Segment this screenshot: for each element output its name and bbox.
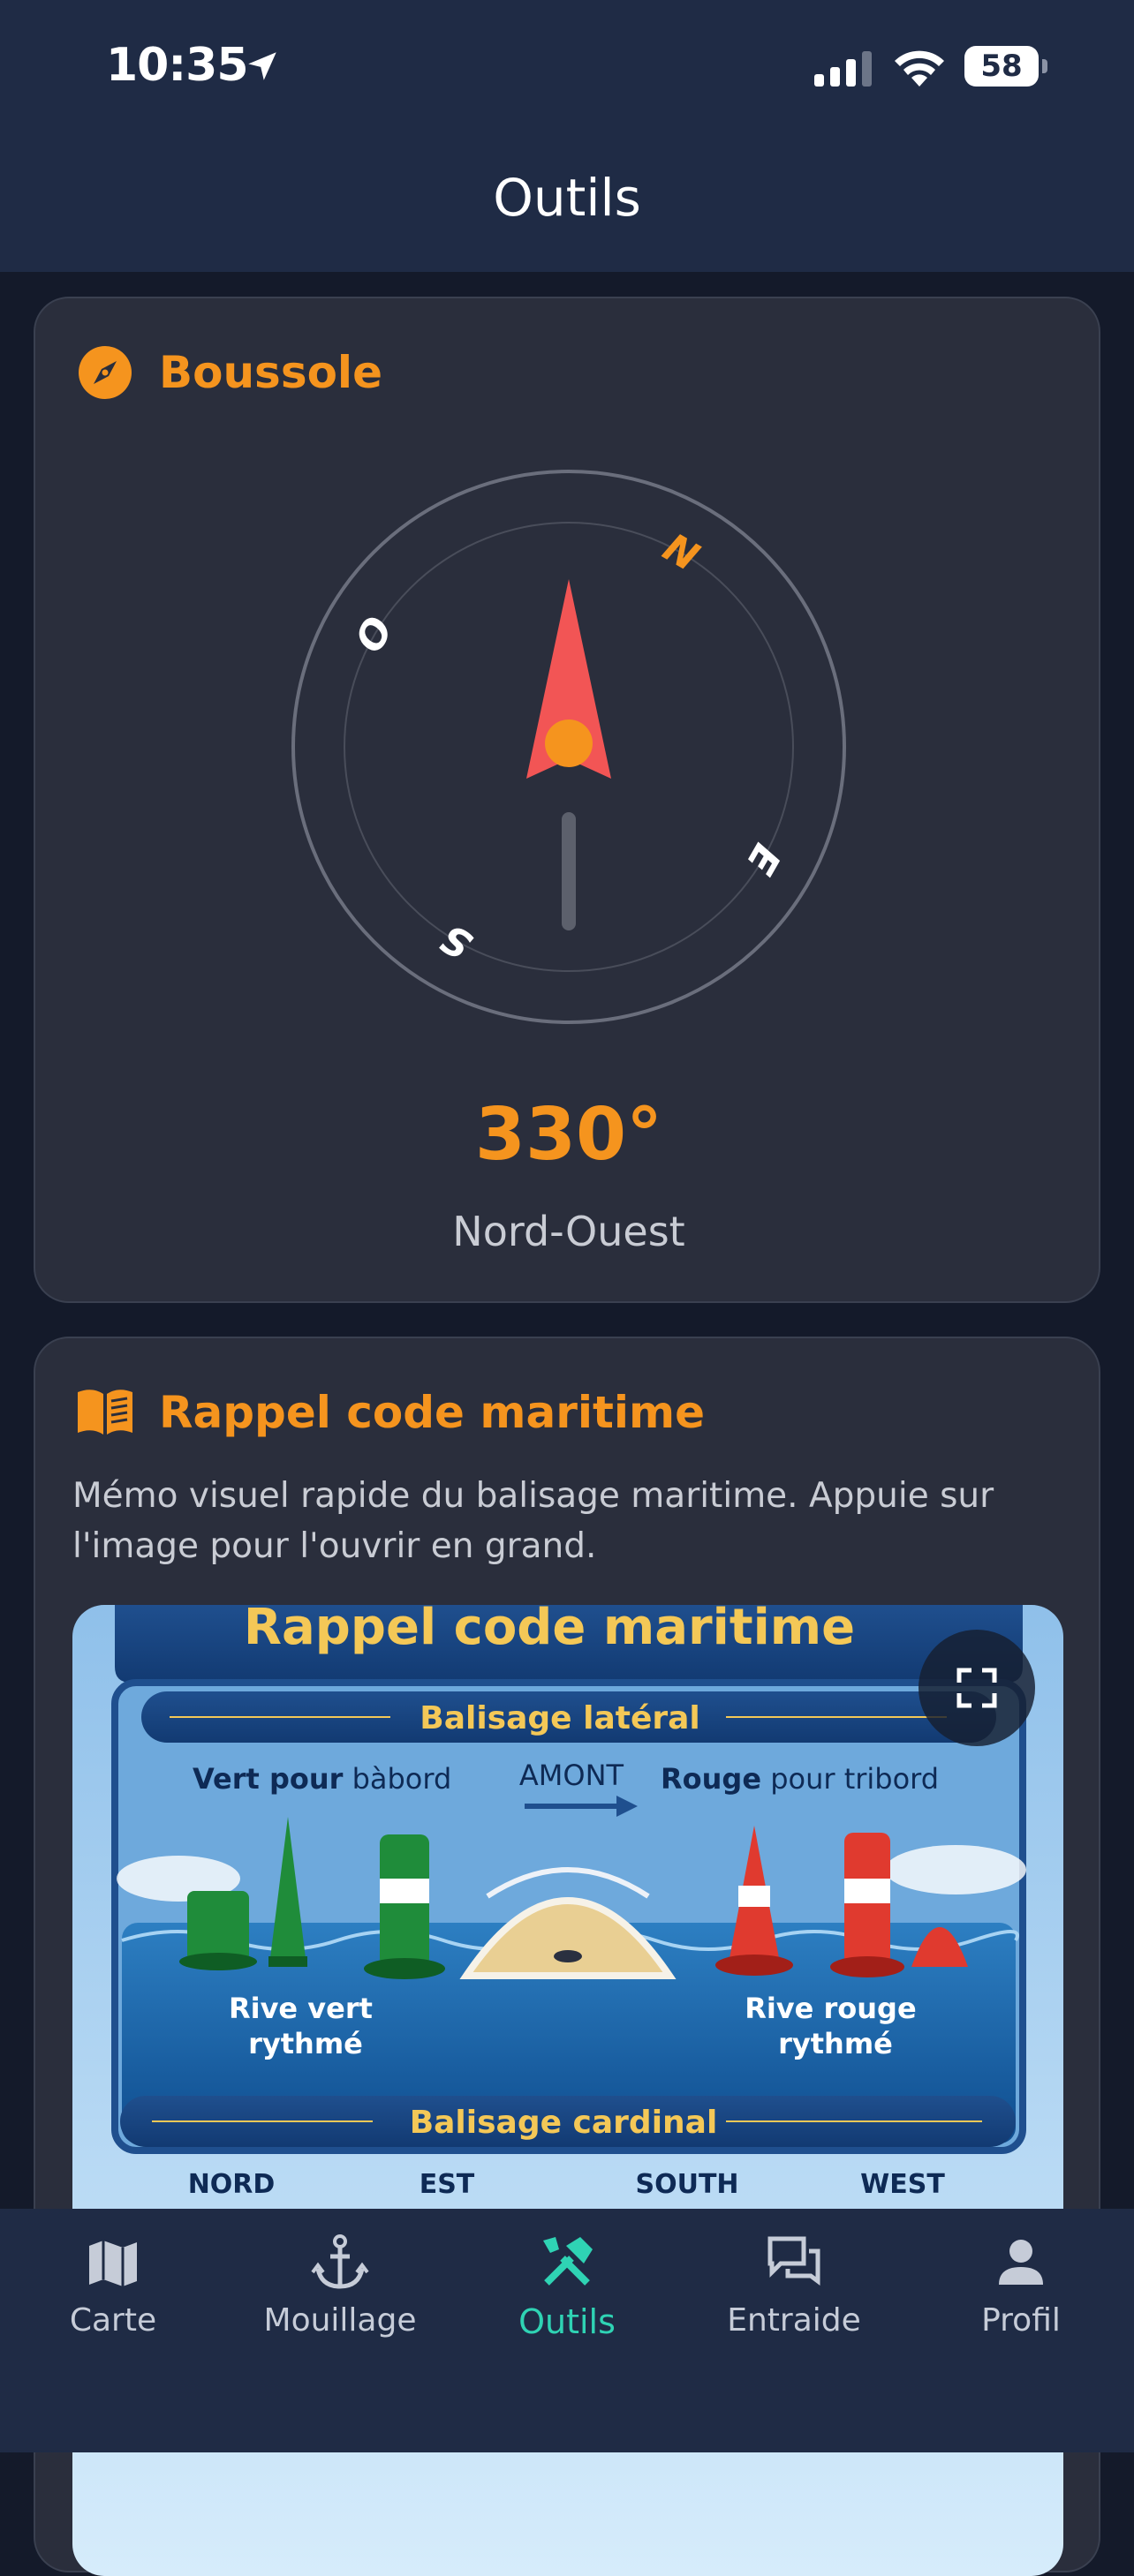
- image-upstream-label: AMONT: [519, 1759, 624, 1792]
- image-title: Rappel code maritime: [244, 1605, 855, 1656]
- compass-center: [545, 719, 593, 767]
- tab-label: Profil: [981, 2302, 1061, 2339]
- compass-heading-value: 330°: [474, 1093, 663, 1177]
- compass-label-north: N: [655, 525, 706, 581]
- status-time: 10:35: [106, 39, 249, 92]
- expand-image-button[interactable]: [919, 1630, 1035, 1746]
- compass-label-south: S: [434, 915, 480, 968]
- compass-direction-label: Nord-Ouest: [452, 1208, 685, 1255]
- map-icon: [89, 2241, 137, 2286]
- image-right-bank-1: Rive rouge: [745, 1992, 916, 2025]
- image-cardinal-title: Balisage cardinal: [410, 2105, 718, 2141]
- tab-bar: Carte Mouillage Outils Entraide Profil: [0, 2209, 1134, 2452]
- compass-card-header: Boussole: [76, 337, 382, 408]
- page-title: Outils: [493, 168, 641, 228]
- tab-label: Carte: [69, 2302, 157, 2339]
- tab-profil[interactable]: Profil: [908, 2232, 1134, 2364]
- tab-entraide[interactable]: Entraide: [681, 2232, 907, 2364]
- maritime-card-title: Rappel code maritime: [159, 1387, 706, 1438]
- compass-tail: [562, 812, 576, 930]
- tab-outils[interactable]: Outils: [454, 2232, 680, 2364]
- image-cardinal-label: NORD: [188, 2169, 276, 2200]
- tab-label: Outils: [518, 2302, 616, 2341]
- image-left-label-rest: bàbord: [343, 1762, 451, 1796]
- image-cardinal-label: EST: [420, 2169, 475, 2200]
- image-left-bank-1: Rive vert: [229, 1992, 373, 2025]
- image-right-label-rest: pour tribord: [761, 1762, 939, 1796]
- image-lateral-title: Balisage latéral: [420, 1700, 700, 1736]
- battery-indicator: 58: [964, 46, 1049, 87]
- book-icon: [78, 1390, 132, 1435]
- maritime-card-header: Rappel code maritime: [76, 1377, 705, 1448]
- person-icon: [999, 2240, 1043, 2285]
- compass-label-east: E: [737, 836, 789, 882]
- image-left-bank-2: rythmé: [248, 2027, 363, 2060]
- green-can-buoy: [187, 1891, 249, 1962]
- image-right-label-bold: Rouge: [661, 1762, 761, 1796]
- tools-icon: [543, 2237, 593, 2286]
- header-bar: 10:35 58 Outils: [0, 0, 1134, 272]
- image-cardinal-label: WEST: [860, 2169, 945, 2200]
- image-right-bank-2: rythmé: [778, 2027, 893, 2060]
- wifi-icon: [895, 50, 944, 87]
- compass-icon: [79, 346, 132, 399]
- compass-dial: N E S O: [291, 470, 846, 1024]
- image-cardinal-label: SOUTH: [635, 2169, 738, 2200]
- compass-card: Boussole N E S O 330° Nord-Ouest: [34, 297, 1100, 1303]
- svg-text:Rouge pour tribord: Rouge pour tribord: [661, 1762, 939, 1796]
- cellular-signal-icon: [814, 51, 872, 87]
- image-left-label-bold: Vert pour: [193, 1762, 344, 1796]
- anchor-icon: [311, 2234, 369, 2289]
- location-arrow-icon: [248, 52, 276, 80]
- compass-label-west: O: [347, 609, 403, 660]
- battery-level: 58: [980, 49, 1023, 84]
- svg-text:Vert pour bàbord: Vert pour bàbord: [193, 1762, 451, 1796]
- chat-icon: [767, 2236, 820, 2286]
- tab-label: Entraide: [727, 2302, 861, 2339]
- tab-carte[interactable]: Carte: [0, 2232, 226, 2364]
- maritime-card-description: Mémo visuel rapide du balisage maritime.…: [72, 1476, 994, 1566]
- tab-mouillage[interactable]: Mouillage: [227, 2232, 453, 2364]
- fullscreen-icon: [956, 1668, 997, 1708]
- compass-card-title: Boussole: [159, 347, 382, 398]
- tab-label: Mouillage: [263, 2302, 417, 2339]
